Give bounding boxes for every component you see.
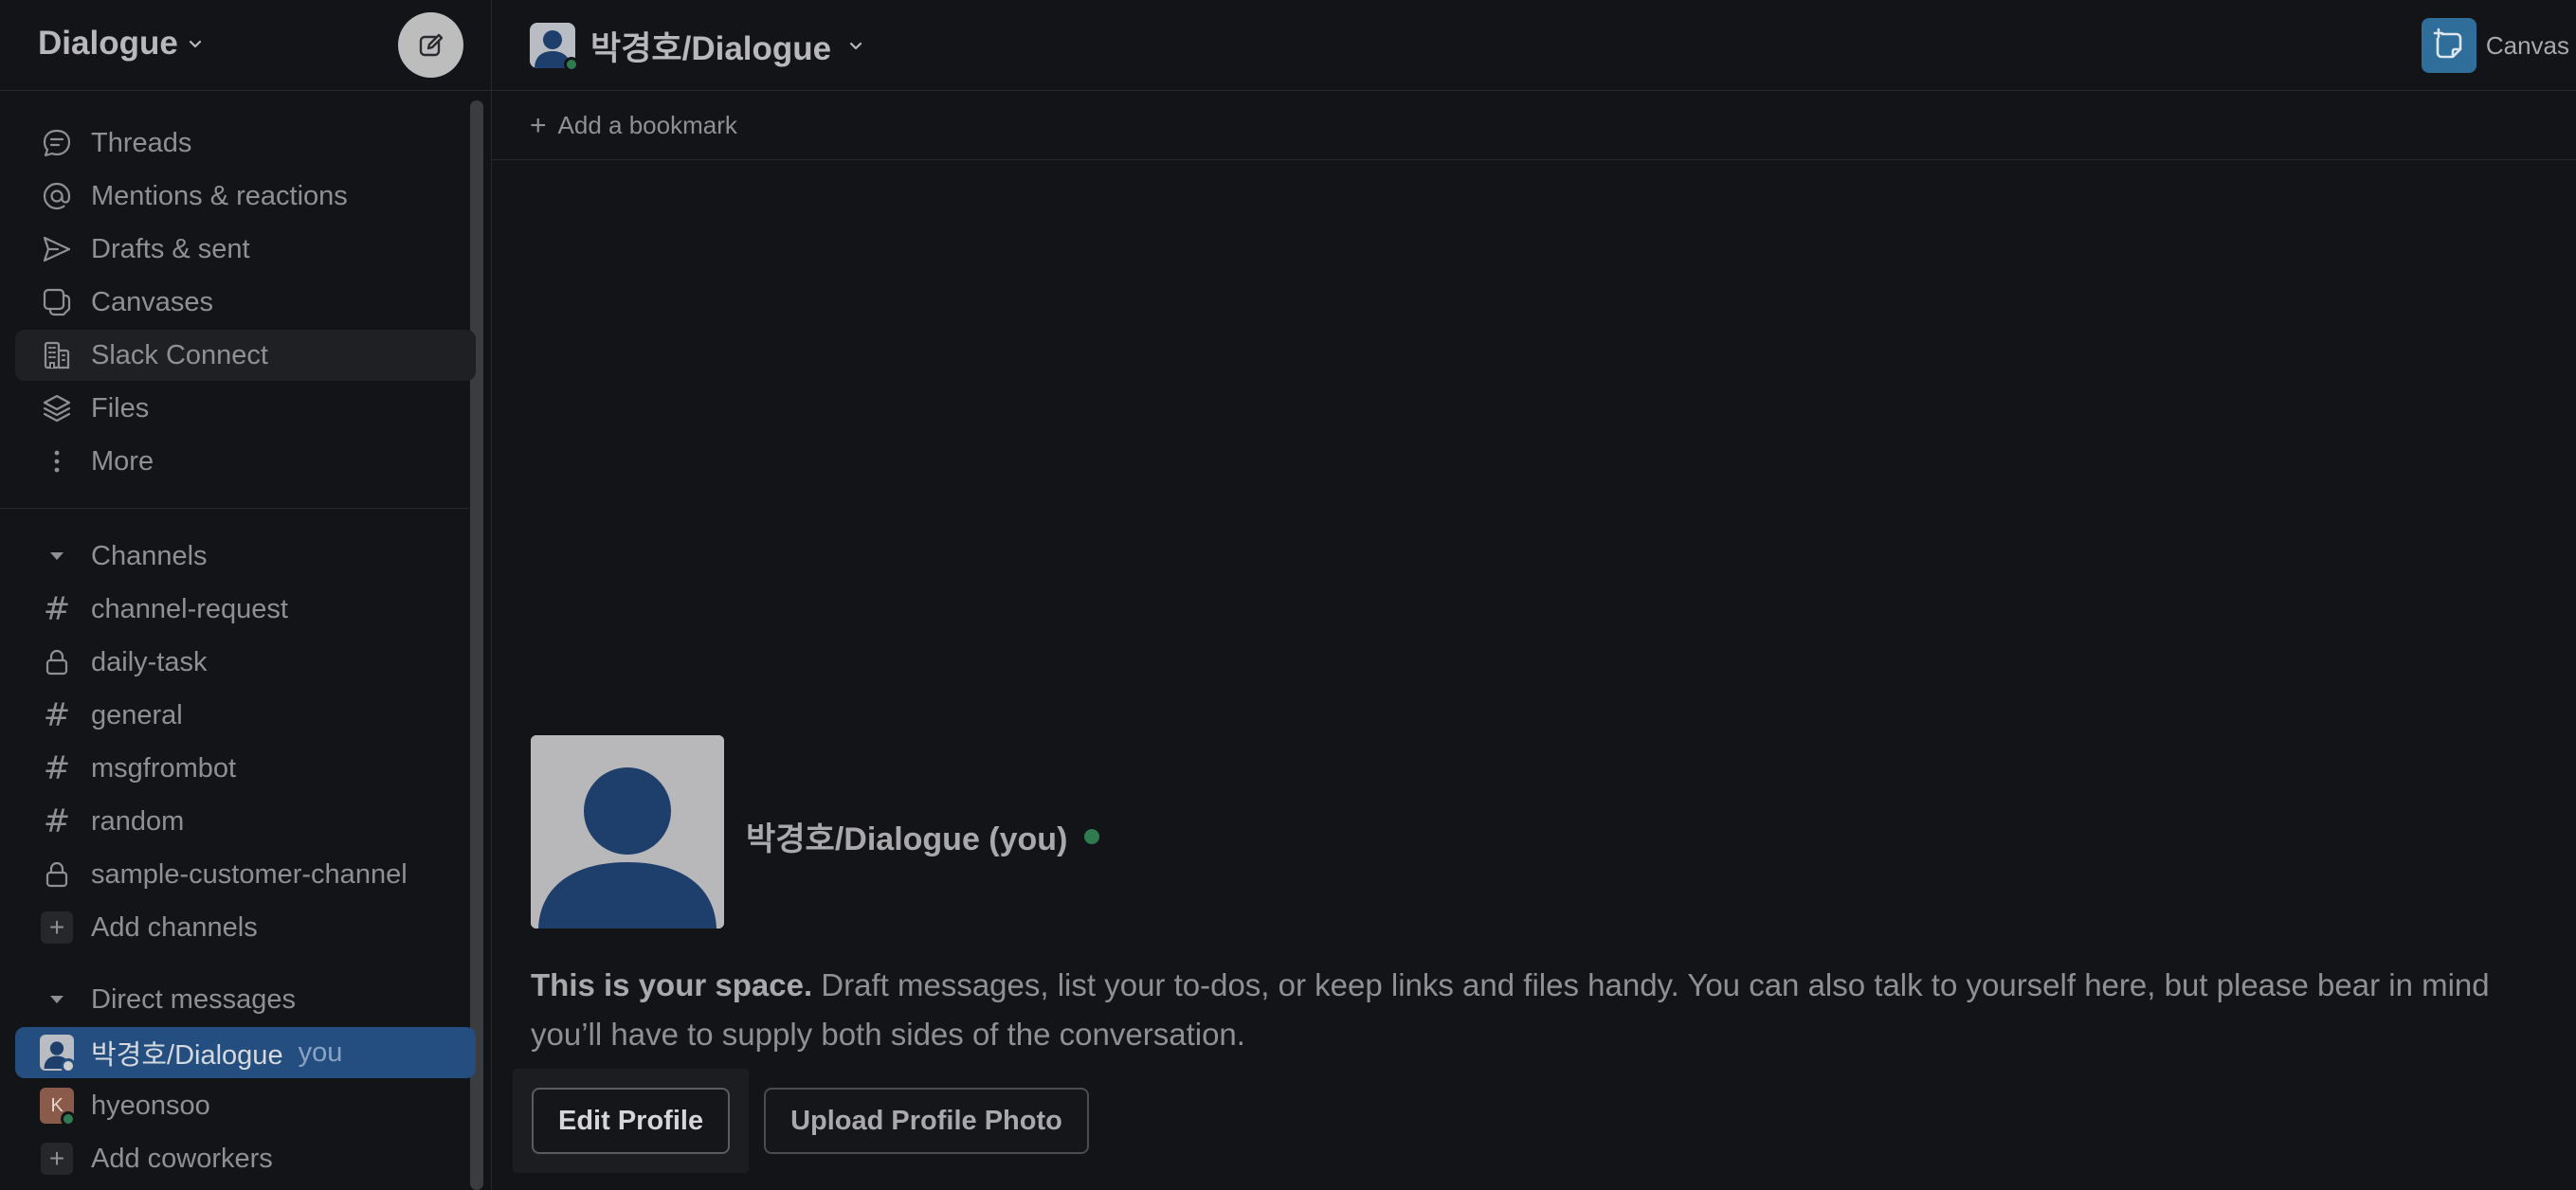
- dm-avatar-slot: K: [40, 1088, 76, 1127]
- main-pane: 박경호/Dialogue Canvas + Add a bookmark 박경호…: [491, 0, 2576, 1190]
- canvas-button[interactable]: Canvas: [2421, 17, 2569, 74]
- dms-section-header[interactable]: Direct messages: [15, 974, 476, 1025]
- canvases-icon: [40, 285, 74, 319]
- presence-online-indicator: [61, 1111, 76, 1127]
- channel-name: channel-request: [91, 593, 288, 624]
- plus-icon: +: [40, 911, 74, 945]
- presence-online-indicator: [1084, 828, 1100, 844]
- plus-icon: +: [530, 109, 547, 141]
- intro-text: Draft messages, list your to-dos, or kee…: [531, 967, 2490, 1052]
- sidebar-item-label: Drafts & sent: [91, 233, 250, 264]
- threads-icon: [40, 126, 74, 160]
- add-channels-label: Add channels: [91, 911, 258, 943]
- add-channels-button[interactable]: + Add channels: [15, 902, 476, 953]
- sidebar-channel-random[interactable]: # random: [15, 796, 476, 847]
- channel-name: msgfrombot: [91, 752, 237, 784]
- sidebar-item-more[interactable]: More: [15, 436, 476, 487]
- channel-name: random: [91, 805, 185, 837]
- channels-section-header[interactable]: Channels: [15, 531, 476, 582]
- sidebar-header: Dialogue: [0, 0, 491, 91]
- sidebar-item-label: Threads: [91, 127, 192, 158]
- add-bookmark-button[interactable]: + Add a bookmark: [492, 92, 2576, 160]
- page-title: 박경호/Dialogue: [590, 29, 832, 67]
- caret-down-icon: [40, 983, 74, 1017]
- dms-header-label: Direct messages: [91, 983, 296, 1015]
- lock-icon: [40, 645, 74, 679]
- sidebar-channel-sample-customer-channel[interactable]: sample-customer-channel: [15, 849, 476, 900]
- default-avatar-icon: [531, 735, 724, 929]
- profile-actions: Edit Profile Upload Profile Photo: [513, 1069, 1089, 1173]
- channels-header-label: Channels: [91, 540, 208, 571]
- compose-button[interactable]: [398, 12, 463, 78]
- caret-down-icon: [40, 539, 74, 573]
- sidebar-channel-daily-task[interactable]: daily-task: [15, 637, 476, 688]
- channel-header: 박경호/Dialogue Canvas: [492, 0, 2576, 91]
- dm-name: hyeonsoo: [91, 1090, 210, 1121]
- building-icon: [40, 338, 74, 372]
- presence-online-indicator: [564, 57, 579, 72]
- chevron-down-icon: [850, 42, 862, 50]
- avatar: [530, 23, 579, 72]
- profile-display-name[interactable]: 박경호/Dialogue (you): [746, 813, 1067, 859]
- sidebar-item-threads[interactable]: Threads: [15, 117, 476, 169]
- sidebar: Dialogue Threads Mentions & reactions Dr…: [0, 0, 491, 1190]
- chevron-down-icon: [189, 40, 201, 48]
- sidebar-item-label: Slack Connect: [91, 339, 268, 370]
- edit-profile-wrapper: Edit Profile: [513, 1069, 750, 1173]
- channel-name: general: [91, 699, 183, 730]
- more-vertical-icon: [40, 444, 74, 478]
- hash-icon: #: [43, 696, 71, 734]
- upload-photo-button[interactable]: Upload Profile Photo: [764, 1088, 1089, 1154]
- sidebar-item-label: Mentions & reactions: [91, 180, 348, 211]
- channel-name: sample-customer-channel: [91, 858, 408, 890]
- canvas-icon: [2421, 18, 2476, 73]
- intro-heading: This is your space.: [531, 967, 813, 1002]
- channel-name: daily-task: [91, 646, 208, 677]
- sidebar-item-mentions[interactable]: Mentions & reactions: [15, 171, 476, 222]
- lock-icon: [40, 857, 74, 892]
- canvas-label: Canvas: [2485, 30, 2569, 60]
- sidebar-channel-msgfrombot[interactable]: # msgfrombot: [15, 743, 476, 794]
- add-bookmark-label: Add a bookmark: [557, 111, 737, 139]
- channel-title-button[interactable]: 박경호/Dialogue: [530, 19, 865, 72]
- sidebar-dm-hyeonsoo[interactable]: K hyeonsoo: [15, 1080, 476, 1131]
- workspace-name: Dialogue: [38, 25, 178, 62]
- sidebar-item-label: Canvases: [91, 286, 213, 317]
- self-dm-intro: This is your space. Draft messages, list…: [531, 961, 2568, 1059]
- layers-icon: [40, 391, 74, 425]
- workspace-switcher[interactable]: Dialogue: [38, 25, 205, 63]
- send-icon: [40, 232, 74, 266]
- profile-photo: [531, 735, 724, 929]
- hash-icon: #: [43, 590, 71, 628]
- sidebar-channel-general[interactable]: # general: [15, 690, 476, 741]
- sidebar-divider: [0, 508, 469, 509]
- slack-app: Dialogue Threads Mentions & reactions Dr…: [0, 0, 2576, 1190]
- plus-icon: +: [40, 1142, 74, 1176]
- sidebar-channel-channel-request[interactable]: # channel-request: [15, 584, 476, 635]
- presence-away-indicator: [61, 1058, 76, 1073]
- hash-icon: #: [43, 749, 71, 787]
- sidebar-item-slack-connect[interactable]: Slack Connect: [15, 330, 476, 381]
- sidebar-item-drafts[interactable]: Drafts & sent: [15, 224, 476, 275]
- compose-icon: [419, 33, 443, 56]
- sidebar-item-label: More: [91, 445, 154, 477]
- you-tag: you: [298, 1037, 343, 1068]
- profile-name-row: 박경호/Dialogue (you): [746, 813, 1100, 859]
- sidebar-item-files[interactable]: Files: [15, 383, 476, 434]
- add-coworkers-label: Add coworkers: [91, 1143, 273, 1174]
- at-icon: [40, 179, 74, 213]
- sidebar-item-canvases[interactable]: Canvases: [15, 277, 476, 328]
- add-coworkers-button[interactable]: + Add coworkers: [15, 1133, 476, 1184]
- hash-icon: #: [43, 802, 71, 840]
- sidebar-item-label: Files: [91, 392, 150, 424]
- edit-profile-button[interactable]: Edit Profile: [532, 1088, 731, 1154]
- dm-avatar-slot: [40, 1035, 76, 1073]
- sidebar-dm-self[interactable]: 박경호/Dialogue you: [15, 1027, 476, 1078]
- dm-name: 박경호/Dialogue: [91, 1040, 283, 1071]
